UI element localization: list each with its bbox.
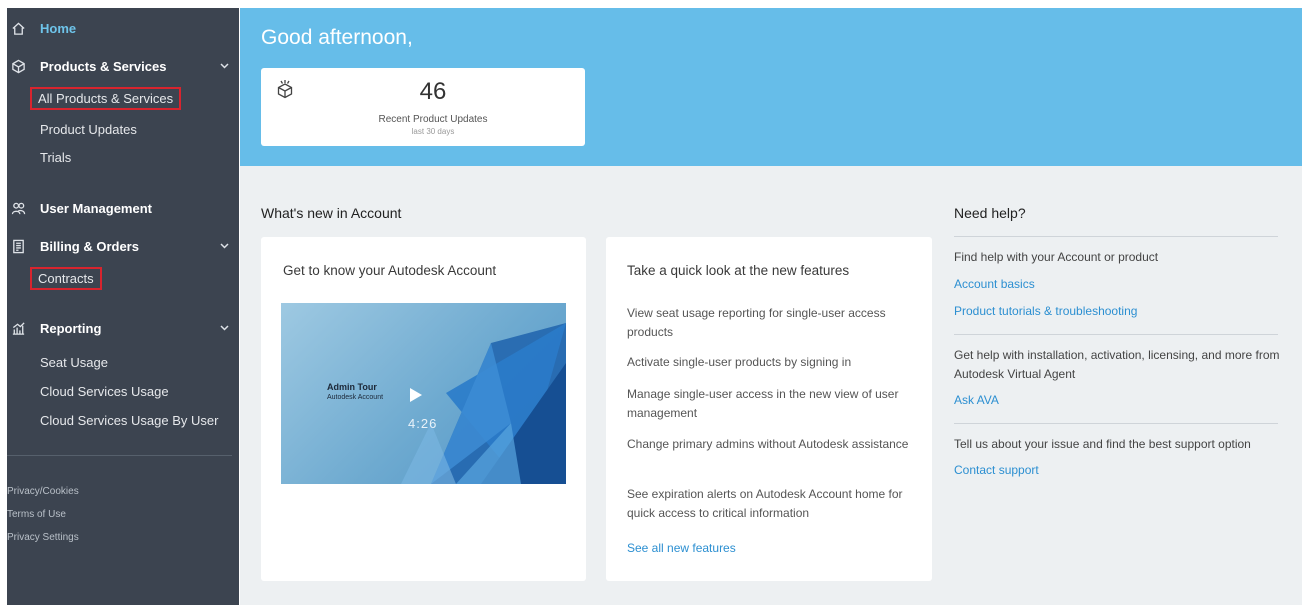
- help-text-virtual-agent: Get help with installation, activation, …: [954, 348, 1280, 381]
- greeting: Good afternoon,: [261, 26, 413, 49]
- video-thumbnail-art: [401, 323, 566, 484]
- features-card: Take a quick look at the new features Vi…: [606, 237, 932, 581]
- help-text-account: Find help with your Account or product: [954, 250, 1159, 264]
- footer-link-privacy-cookies[interactable]: Privacy/Cookies: [7, 486, 79, 497]
- recent-updates-card[interactable]: 46 Recent Product Updates last 30 days: [261, 68, 585, 146]
- ask-ava-link[interactable]: Ask AVA: [954, 393, 999, 407]
- help-divider: [954, 423, 1278, 424]
- sidebar-item-cloud-services-usage[interactable]: Cloud Services Usage: [40, 384, 169, 399]
- contact-support-link[interactable]: Contact support: [954, 463, 1039, 477]
- nav-reporting[interactable]: Reporting: [7, 316, 239, 340]
- sidebar-item-cloud-services-usage-by-user[interactable]: Cloud Services Usage By User: [40, 413, 218, 428]
- billing-icon: [10, 238, 26, 254]
- hero-banner: Good afternoon, 46 Recent Product Update…: [240, 8, 1302, 166]
- recent-updates-count: 46: [419, 78, 447, 105]
- chevron-down-icon[interactable]: [219, 241, 229, 251]
- video-title: Admin Tour: [327, 382, 377, 392]
- help-divider: [954, 236, 1278, 237]
- help-divider: [954, 334, 1278, 335]
- play-icon[interactable]: [410, 388, 422, 402]
- account-basics-link[interactable]: Account basics: [954, 277, 1035, 291]
- whats-new-title: What's new in Account: [261, 205, 402, 221]
- box-icon: [10, 58, 26, 74]
- video-thumbnail[interactable]: Admin Tour Autodesk Account 4:26: [281, 303, 566, 484]
- nav-billing-label: Billing & Orders: [40, 238, 139, 254]
- recent-updates-label: Recent Product Updates: [378, 114, 488, 125]
- video-duration: 4:26: [408, 416, 438, 431]
- video-subtitle: Autodesk Account: [327, 394, 384, 401]
- footer-link-terms-of-use[interactable]: Terms of Use: [7, 509, 66, 520]
- nav-products-services[interactable]: Products & Services: [7, 54, 239, 78]
- nav-reporting-label: Reporting: [40, 320, 102, 336]
- nav-billing-orders[interactable]: Billing & Orders: [7, 234, 239, 258]
- video-card-heading: Get to know your Autodesk Account: [283, 263, 497, 278]
- chevron-down-icon[interactable]: [219, 323, 229, 333]
- feature-item: See expiration alerts on Autodesk Accoun…: [627, 487, 903, 520]
- feature-item: Manage single-user access in the new vie…: [627, 387, 899, 420]
- sidebar-item-all-products[interactable]: All Products & Services: [30, 87, 182, 110]
- product-tutorials-link[interactable]: Product tutorials & troubleshooting: [954, 304, 1137, 318]
- sidebar-divider: [7, 455, 232, 456]
- sidebar: Home Products & Services All Products & …: [7, 8, 239, 605]
- features-card-heading: Take a quick look at the new features: [627, 263, 850, 278]
- nav-home[interactable]: Home: [7, 16, 239, 40]
- need-help-title: Need help?: [954, 205, 1026, 221]
- sidebar-item-trials[interactable]: Trials: [40, 150, 71, 165]
- see-all-features-link[interactable]: See all new features: [627, 539, 917, 558]
- users-icon: [10, 200, 26, 216]
- main-content: What's new in Account Get to know your A…: [240, 166, 1302, 605]
- recent-updates-period: last 30 days: [411, 127, 455, 136]
- help-text-support: Tell us about your issue and find the be…: [954, 437, 1251, 451]
- nav-home-label: Home: [40, 20, 77, 36]
- sidebar-item-contracts[interactable]: Contracts: [30, 267, 102, 290]
- footer-link-privacy-settings[interactable]: Privacy Settings: [7, 532, 79, 543]
- video-card: Get to know your Autodesk Account Admin …: [261, 237, 586, 581]
- feature-item: Activate single-user products by signing…: [627, 355, 852, 369]
- sidebar-item-seat-usage[interactable]: Seat Usage: [40, 355, 108, 370]
- sidebar-item-product-updates[interactable]: Product Updates: [40, 122, 137, 137]
- chevron-down-icon[interactable]: [219, 61, 229, 71]
- home-icon: [10, 20, 26, 36]
- reporting-icon: [10, 320, 26, 336]
- feature-item: Change primary admins without Autodesk a…: [627, 437, 909, 451]
- nav-products-label: Products & Services: [40, 58, 167, 74]
- nav-user-management-label: User Management: [40, 200, 152, 216]
- feature-item: View seat usage reporting for single-use…: [627, 306, 886, 339]
- nav-user-management[interactable]: User Management: [7, 196, 239, 220]
